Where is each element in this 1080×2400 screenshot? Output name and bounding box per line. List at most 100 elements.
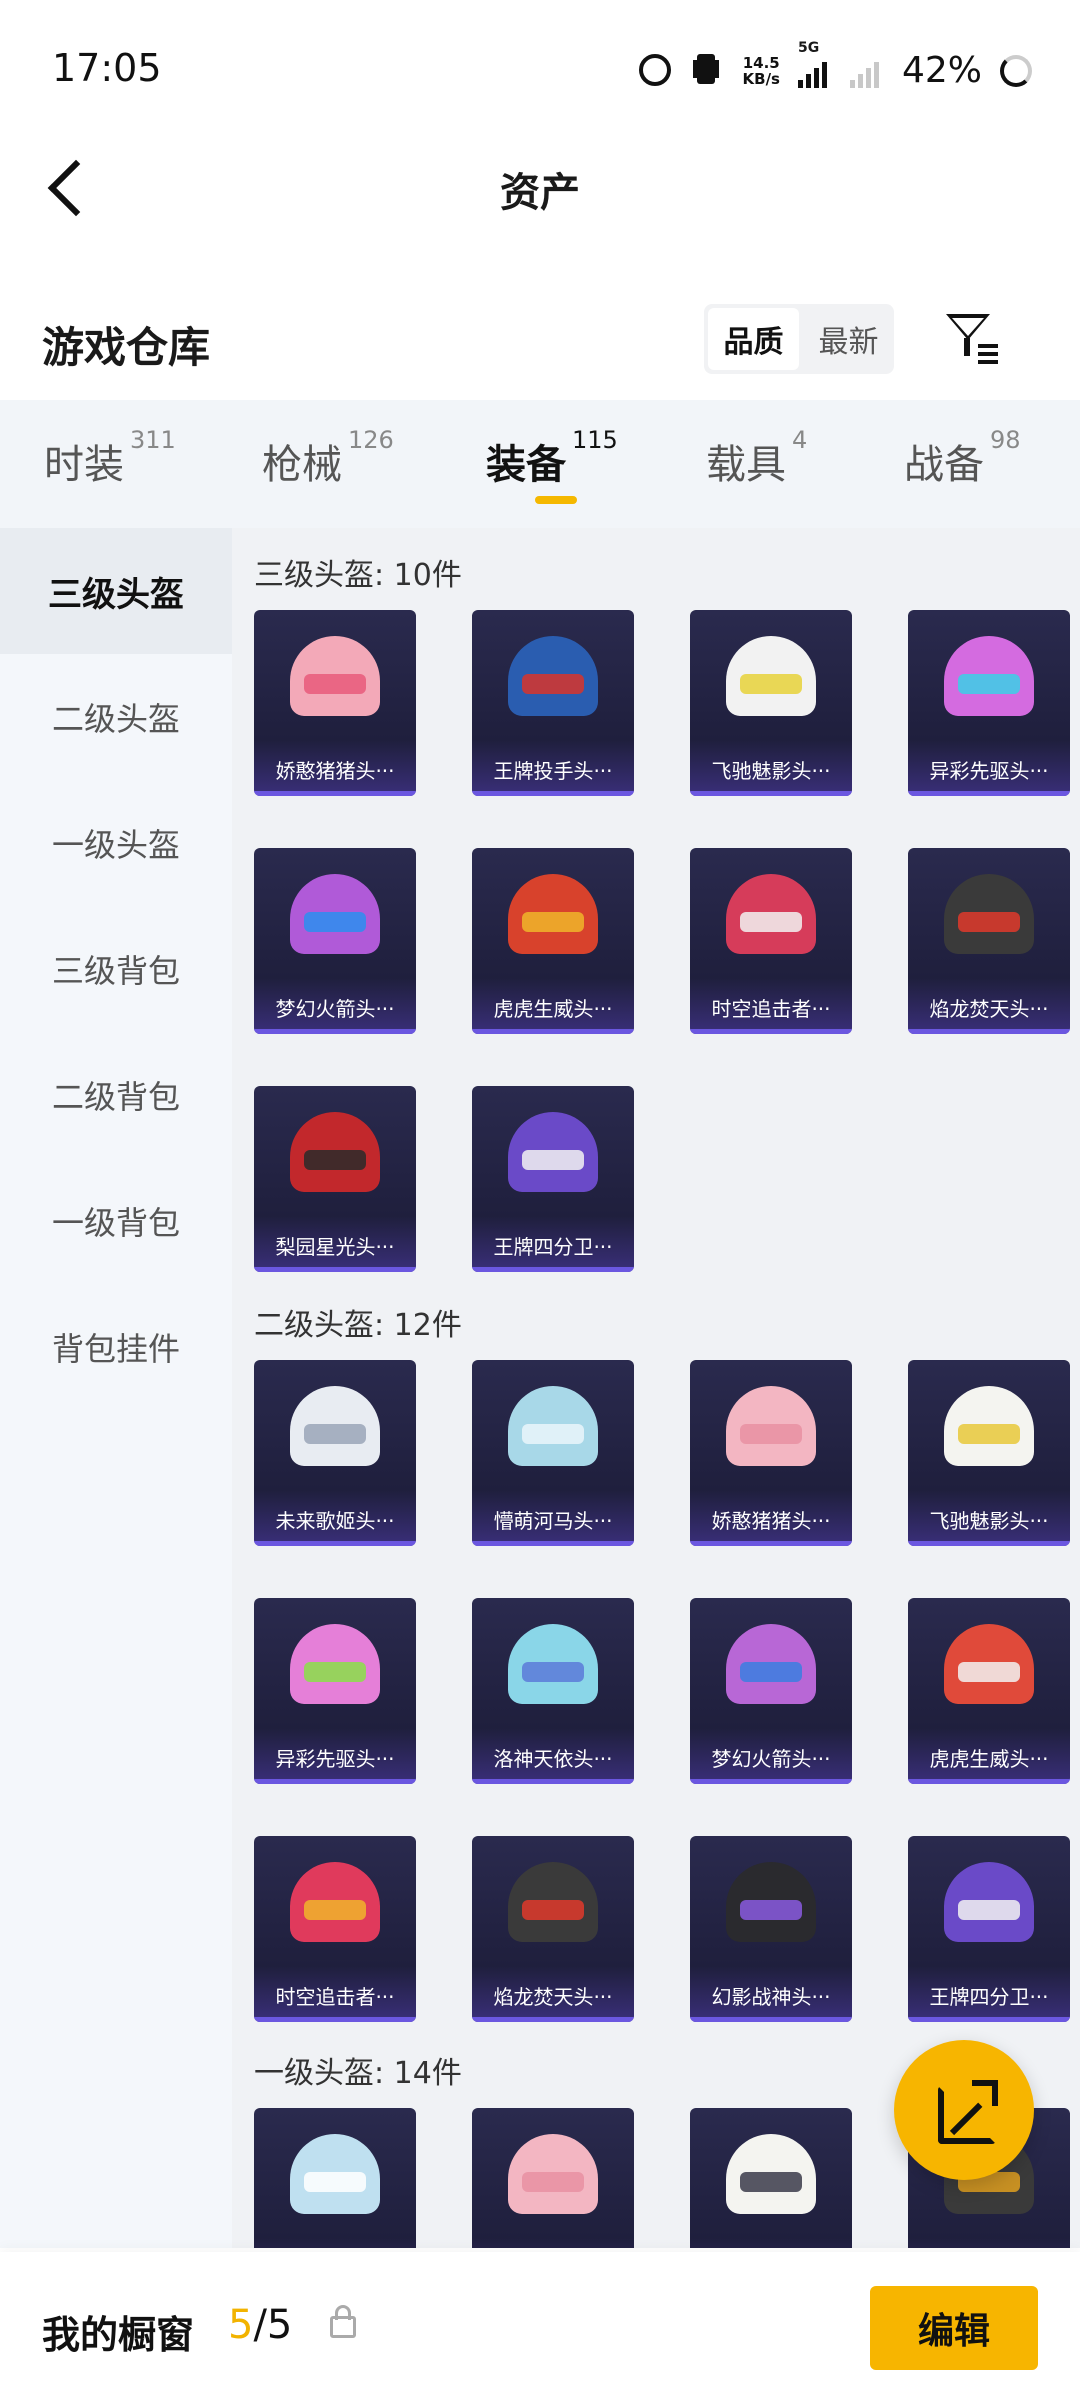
status-bar: 17:05 14.5 KB/s 5G 42% [0,0,1080,140]
item-name: 梦幻火箭头··· [275,997,395,1021]
showcase-label: 我的橱窗 [42,2313,195,2357]
item-name: 娇憨猪猪头··· [711,1509,831,1533]
item-card[interactable]: 时空追击者··· [690,848,852,1034]
edit-button[interactable]: 编辑 [870,2286,1038,2370]
helmet-visor [304,912,366,932]
item-card[interactable]: 未来歌姬头··· [254,1360,416,1546]
battery-percent: 42% [901,50,982,91]
sidebar-item-lvl1-backpack[interactable]: 一级背包 [0,1158,232,1284]
sidebar-item-lvl2-backpack[interactable]: 二级背包 [0,1032,232,1158]
tab-indicator [535,496,577,504]
item-card[interactable]: 焰龙焚天头··· [908,848,1070,1034]
status-time: 17:05 [52,46,162,90]
signal-weak-icon [849,54,884,88]
helmet-visor [304,1424,366,1444]
nav-bar: 资产 [0,130,1080,250]
helmet-visor [958,674,1020,694]
sidebar-item-lvl2-helmet[interactable]: 二级头盔 [0,654,232,780]
sidebar: 三级头盔 二级头盔 一级头盔 三级背包 二级背包 一级背包 背包挂件 [0,528,232,2248]
helmet-visor [740,912,802,932]
helmet-visor [958,1900,1020,1920]
tab-vehicles[interactable]: 载具4 [706,426,807,490]
item-name: 异彩先驱头··· [929,759,1049,783]
item-card[interactable]: 虎虎生威头··· [908,1598,1070,1784]
warehouse-header: 游戏仓库 品质 最新 [0,290,1080,400]
warehouse-title: 游戏仓库 [42,323,211,372]
item-name: 王牌四分卫··· [493,1235,613,1259]
item-card[interactable]: 王牌四分卫··· [472,1086,634,1272]
item-card[interactable]: 娇憨猪猪头··· [690,1360,852,1546]
item-card[interactable]: 梨园星光头··· [254,1086,416,1272]
item-name: 懵萌河马头··· [493,1509,613,1533]
item-card[interactable]: 飞驰魅影头··· [690,610,852,796]
section-title: 一级头盔: 14件 [254,2056,462,2091]
sort-newest-button[interactable]: 最新 [803,304,894,374]
alarm-icon [638,53,673,88]
status-icons: 14.5 KB/s 5G 42% [638,40,1032,91]
lock-icon [330,2305,356,2338]
helmet-visor [958,912,1020,932]
item-card[interactable]: 虎虎生威头··· [472,848,634,1034]
item-name: 虎虎生威头··· [493,997,613,1021]
item-name: 虎虎生威头··· [929,1747,1049,1771]
sidebar-item-lvl3-helmet[interactable]: 三级头盔 [0,528,232,654]
network-type: 5G [797,39,820,56]
item-card[interactable]: 王牌投手头··· [472,610,634,796]
page-title: 资产 [500,170,580,216]
item-card[interactable]: 异彩先驱头··· [254,1598,416,1784]
item-card[interactable]: 梦幻火箭头··· [254,848,416,1034]
item-card[interactable]: 幻影战神头··· [690,1836,852,2022]
item-name: 焰龙焚天头··· [929,997,1049,1021]
item-card[interactable]: 焰龙焚天头··· [472,1836,634,2022]
sort-quality-button[interactable]: 品质 [708,308,799,370]
filter-icon[interactable] [944,310,1004,370]
helmet-visor [304,1900,366,1920]
item-name: 洛神天依头··· [493,1747,613,1771]
item-card[interactable] [472,2108,634,2248]
net-speed: 14.5 KB/s [743,55,780,87]
item-name: 王牌投手头··· [493,759,613,783]
helmet-visor [740,1662,802,1682]
helmet-visor [522,674,584,694]
item-card[interactable]: 异彩先驱头··· [908,610,1070,796]
tab-supplies[interactable]: 战备98 [904,426,1021,490]
vibrate-icon [691,53,725,88]
net-speed-value: 14.5 [742,53,780,72]
item-card[interactable]: 娇憨猪猪头··· [254,610,416,796]
helmet-visor [522,1900,584,1920]
item-card[interactable]: 洛神天依头··· [472,1598,634,1784]
helmet-visor [522,1662,584,1682]
item-card[interactable]: 王牌四分卫··· [908,1836,1070,2022]
sidebar-item-backpack-charm[interactable]: 背包挂件 [0,1284,232,1410]
item-card[interactable]: 飞驰魅影头··· [908,1360,1070,1546]
helmet-visor [740,674,802,694]
tab-fashion[interactable]: 时装311 [44,426,176,490]
item-card[interactable]: 时空追击者··· [254,1836,416,2022]
item-name: 异彩先驱头··· [275,1747,395,1771]
item-name: 王牌四分卫··· [929,1985,1049,2009]
item-name: 时空追击者··· [275,1985,395,2009]
item-name: 飞驰魅影头··· [929,1509,1049,1533]
item-card[interactable]: 懵萌河马头··· [472,1360,634,1546]
battery-icon [1000,54,1032,87]
net-speed-unit: KB/s [742,69,780,88]
item-card[interactable]: 梦幻火箭头··· [690,1598,852,1784]
helmet-visor [304,1150,366,1170]
helmet-visor [740,1424,802,1444]
item-name: 娇憨猪猪头··· [275,759,395,783]
helmet-visor [522,912,584,932]
showcase-count: 5/5 [228,2302,293,2348]
sidebar-item-lvl1-helmet[interactable]: 一级头盔 [0,780,232,906]
item-card[interactable] [254,2108,416,2248]
sidebar-item-lvl3-backpack[interactable]: 三级背包 [0,906,232,1032]
item-name: 梨园星光头··· [275,1235,395,1259]
helmet-visor [740,1900,802,1920]
tab-guns[interactable]: 枪械126 [262,426,394,490]
helmet-visor [522,1424,584,1444]
share-button[interactable] [894,2040,1034,2180]
helmet-visor [958,1662,1020,1682]
item-card[interactable] [690,2108,852,2248]
helmet-visor [304,2172,366,2192]
item-name: 未来歌姬头··· [275,1509,395,1533]
tab-equipment[interactable]: 装备115 [486,426,618,490]
